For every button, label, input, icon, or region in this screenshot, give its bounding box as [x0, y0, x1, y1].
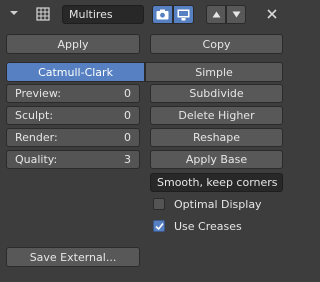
optimal-display-label: Optimal Display: [174, 197, 262, 211]
subdivide-button[interactable]: Subdivide: [150, 84, 283, 103]
viewport-toggle[interactable]: [173, 5, 194, 24]
apply-button[interactable]: Apply: [6, 34, 140, 54]
delete-higher-button[interactable]: Delete Higher: [150, 106, 283, 125]
move-down-button[interactable]: [226, 5, 246, 24]
monitor-icon: [177, 9, 190, 20]
render-label: Render:: [15, 131, 58, 144]
quality-label: Quality:: [15, 153, 58, 166]
arrow-down-icon: [232, 11, 240, 18]
close-icon[interactable]: [266, 8, 278, 20]
uv-smooth-dropdown[interactable]: Smooth, keep corners: [150, 173, 283, 192]
modifier-name-text: Multires: [69, 8, 113, 21]
chevron-down-icon[interactable]: [9, 8, 19, 18]
quality-value: 3: [124, 153, 131, 166]
arrow-up-icon: [212, 11, 220, 18]
use-creases-label: Use Creases: [174, 219, 242, 233]
sculpt-value: 0: [124, 109, 131, 122]
multires-modifier-panel: Multires Apply Copy Catmull-Clark Simple…: [0, 0, 289, 282]
camera-icon: [156, 9, 169, 20]
checkmark-icon: [154, 222, 164, 230]
grid-icon: [36, 7, 50, 21]
render-levels-field[interactable]: Render: 0: [6, 128, 140, 147]
reshape-button[interactable]: Reshape: [150, 128, 283, 147]
sculpt-levels-field[interactable]: Sculpt: 0: [6, 106, 140, 125]
copy-button[interactable]: Copy: [150, 34, 283, 54]
apply-base-button[interactable]: Apply Base: [150, 150, 283, 169]
optimal-display-row[interactable]: Optimal Display: [153, 196, 262, 212]
use-creases-row[interactable]: Use Creases: [153, 218, 242, 234]
render-value: 0: [124, 131, 131, 144]
preview-value: 0: [124, 87, 131, 100]
simple-option[interactable]: Simple: [145, 62, 283, 82]
use-creases-checkbox[interactable]: [153, 220, 165, 232]
preview-levels-field[interactable]: Preview: 0: [6, 84, 140, 103]
move-up-button[interactable]: [206, 5, 226, 24]
preview-label: Preview:: [15, 87, 61, 100]
sculpt-label: Sculpt:: [15, 109, 54, 122]
catmull-clark-option[interactable]: Catmull-Clark: [6, 62, 145, 82]
quality-field[interactable]: Quality: 3: [6, 150, 140, 169]
modifier-name-field[interactable]: Multires: [62, 5, 144, 24]
uv-smooth-value: Smooth, keep corners: [157, 176, 278, 189]
optimal-display-checkbox[interactable]: [153, 198, 165, 210]
modifier-header: Multires: [0, 0, 289, 28]
render-toggle[interactable]: [152, 5, 173, 24]
save-external-button[interactable]: Save External...: [6, 247, 140, 267]
